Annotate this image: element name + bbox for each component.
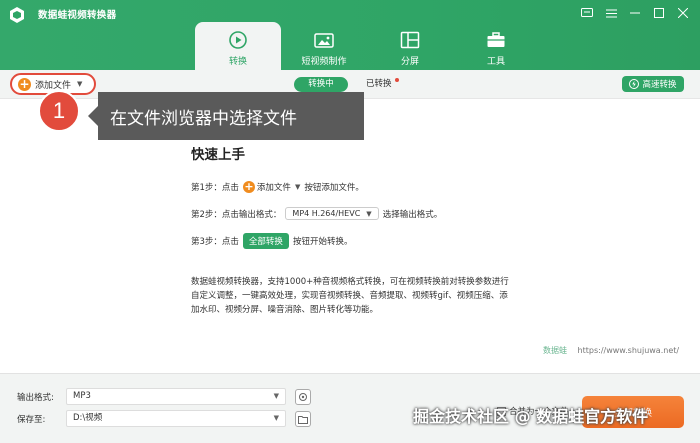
format-settings-icon[interactable] bbox=[295, 389, 311, 405]
app-logo-icon bbox=[10, 7, 24, 23]
save-path-select[interactable]: D:\视频 ▼ bbox=[66, 410, 286, 427]
plus-icon: + bbox=[18, 76, 31, 91]
quickstart-step-2: 第2步：点击输出格式： MP4 H.264/HEVC ▼ 选择输出格式。 bbox=[191, 207, 442, 220]
open-folder-icon[interactable] bbox=[295, 411, 311, 427]
quickstart-title: 快速上手 bbox=[191, 147, 245, 163]
tab-short-video-label: 短视频制作 bbox=[301, 57, 347, 67]
chevron-down-icon: ▼ bbox=[273, 392, 279, 400]
quickstart-step-1: 第1步：点击 + 添加文件 ▼ 按钮添加文件。 bbox=[191, 181, 364, 193]
convert-icon bbox=[228, 30, 248, 50]
plus-icon: + bbox=[242, 180, 255, 193]
short-video-icon bbox=[314, 30, 334, 50]
window-controls bbox=[578, 5, 692, 21]
brand-footer: 数据蛙 https://www.shujuwa.net/ bbox=[543, 345, 679, 356]
format-select[interactable]: MP4 H.264/HEVC ▼ bbox=[285, 207, 379, 220]
brand-name: 数据蛙 bbox=[543, 346, 567, 355]
lightning-icon bbox=[629, 79, 640, 89]
tab-split-screen[interactable]: 分屏 bbox=[367, 22, 453, 70]
tab-split-screen-label: 分屏 bbox=[400, 57, 419, 67]
app-description: 数据蛙视频转换器，支持1000+种音视频格式转换，可在视频转换前对转换参数进行自… bbox=[191, 277, 509, 315]
tab-tools[interactable]: 工具 bbox=[453, 22, 539, 70]
step1-prefix: 第1步：点击 bbox=[191, 183, 239, 193]
save-to-label: 保存至: bbox=[17, 415, 46, 425]
quickstart-step-3: 第3步：点击 全部转换 按钮开始转换。 bbox=[191, 233, 352, 249]
inline-convert-all-button[interactable]: 全部转换 bbox=[242, 233, 289, 249]
format-select-value: MP4 H.264/HEVC bbox=[292, 209, 361, 218]
toolbox-icon bbox=[486, 30, 506, 50]
watermark: 掘金技术社区 @ 数据蛙官方软件 bbox=[413, 407, 649, 426]
inline-add-file-button[interactable]: + 添加文件 ▼ bbox=[242, 180, 301, 193]
fast-convert-button[interactable]: 高速转换 bbox=[622, 76, 684, 92]
step3-suffix: 按钮开始转换。 bbox=[292, 237, 353, 247]
split-screen-icon bbox=[400, 30, 420, 50]
step2-suffix: 选择输出格式。 bbox=[382, 209, 443, 220]
menu-icon[interactable] bbox=[602, 5, 620, 21]
save-path-value: D:\视频 bbox=[73, 413, 103, 423]
inline-add-file-label: 添加文件 bbox=[256, 183, 291, 193]
notification-dot bbox=[395, 78, 399, 82]
chevron-down-icon: ▼ bbox=[273, 414, 279, 422]
step3-prefix: 第3步：点击 bbox=[191, 237, 239, 247]
tab-tools-label: 工具 bbox=[486, 57, 505, 67]
output-format-label: 输出格式: bbox=[17, 393, 54, 403]
callout-tooltip: 在文件浏览器中选择文件 bbox=[98, 92, 364, 140]
main-tabs: 转换 短视频制作 分屏 工具 bbox=[195, 22, 539, 70]
close-icon[interactable] bbox=[674, 5, 692, 21]
tab-convert[interactable]: 转换 bbox=[195, 22, 281, 70]
tab-converting[interactable]: 转换中 bbox=[294, 77, 348, 92]
tab-converted[interactable]: 已转换 bbox=[366, 77, 392, 92]
brand-url[interactable]: https://www.shujuwa.net/ bbox=[578, 346, 680, 355]
add-file-label: 添加文件 bbox=[35, 80, 72, 91]
fast-convert-label: 高速转换 bbox=[642, 80, 677, 90]
title-bar: 数据蛙视频转换器 转换 短视频制作 分屏 工具 bbox=[0, 0, 700, 70]
output-format-select[interactable]: MP3 ▼ bbox=[66, 388, 286, 405]
chevron-down-icon: ▼ bbox=[294, 183, 301, 191]
step-number-badge: 1 bbox=[38, 90, 80, 132]
output-format-value: MP3 bbox=[73, 391, 91, 401]
chevron-down-icon: ▼ bbox=[366, 209, 372, 218]
step2-prefix: 第2步：点击输出格式： bbox=[191, 209, 282, 220]
feedback-icon[interactable] bbox=[578, 5, 596, 21]
tab-convert-label: 转换 bbox=[228, 57, 247, 67]
tab-short-video[interactable]: 短视频制作 bbox=[281, 22, 367, 70]
maximize-icon[interactable] bbox=[650, 5, 668, 21]
step1-suffix: 按钮添加文件。 bbox=[304, 183, 364, 193]
chevron-down-icon[interactable]: ▼ bbox=[77, 80, 82, 88]
app-title: 数据蛙视频转换器 bbox=[38, 10, 117, 21]
minimize-icon[interactable] bbox=[626, 5, 644, 21]
